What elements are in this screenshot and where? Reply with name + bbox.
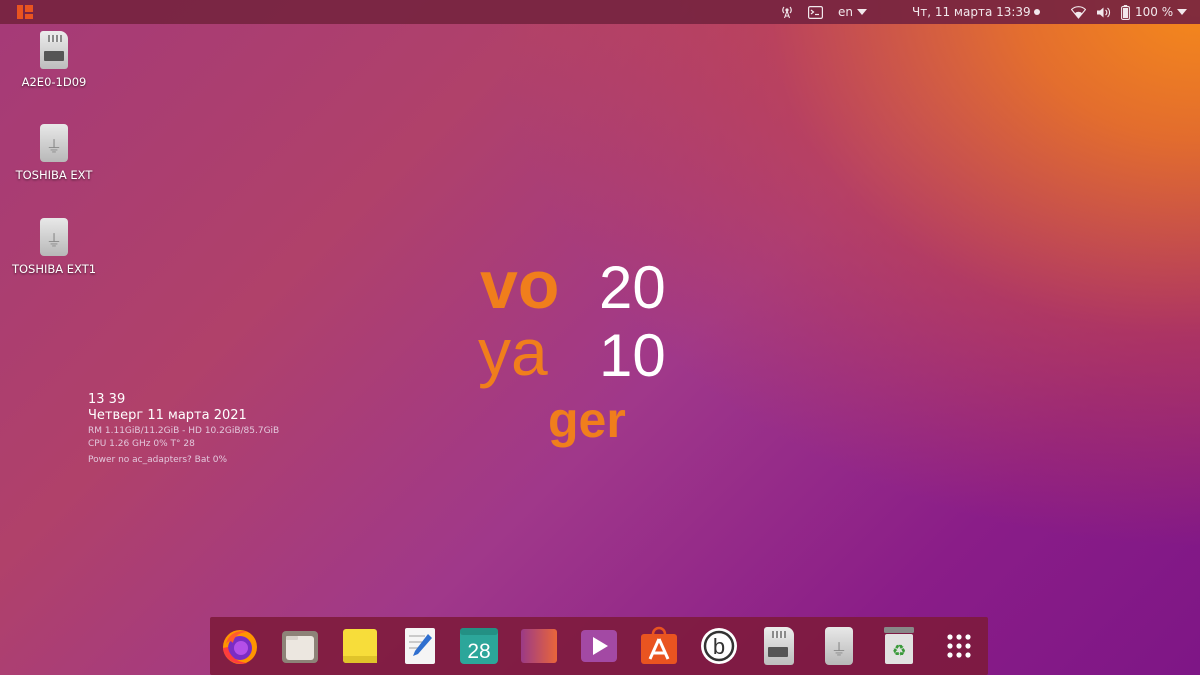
trash-icon[interactable]: ♻ — [879, 626, 919, 666]
desktop-icon-label: TOSHIBA EXT1 — [11, 262, 97, 276]
logo-year-line-1: 20 — [599, 254, 666, 321]
widget-power: Power no ac_adapters? Bat 0% — [88, 455, 228, 465]
firefox-icon[interactable] — [220, 626, 260, 666]
chevron-down-icon — [1177, 9, 1188, 15]
battery-icon — [1121, 4, 1130, 20]
widget-date: Четверг 11 марта 2021 — [88, 408, 247, 423]
svg-text:b: b — [713, 634, 725, 659]
wifi-icon[interactable] — [1071, 0, 1086, 24]
desktop-icon-toshiba-ext1[interactable]: ⏚ TOSHIBA EXT1 — [9, 218, 99, 276]
files-icon[interactable] — [280, 626, 320, 666]
app-grid-icon[interactable] — [939, 626, 979, 666]
video-player-icon[interactable] — [579, 626, 619, 666]
usb-drive-icon: ⏚ — [38, 124, 70, 164]
logo-word-line-3: ger — [548, 392, 626, 448]
top-panel: en Чт, 11 марта 13:39 100 % — [0, 0, 1200, 24]
voyager-logo: vo ya ger 20 10 — [478, 252, 666, 448]
volume-icon[interactable] — [1096, 0, 1111, 24]
system-monitor-widget: 13 39 Четверг 11 марта 2021 RM 1.11GiB/1… — [88, 392, 279, 465]
desktop-icon-label: TOSHIBA EXT — [15, 168, 93, 182]
keyboard-layout-label: en — [838, 5, 853, 19]
clock-menu[interactable]: Чт, 11 марта 13:39 — [912, 0, 1031, 24]
notification-dot-icon — [1034, 0, 1040, 24]
terminal-indicator-icon[interactable] — [808, 0, 823, 24]
battery-menu[interactable]: 100 % — [1121, 0, 1188, 24]
widget-memory: RM 1.11GiB/11.2GiB - HD 10.2GiB/85.7GiB — [88, 426, 280, 436]
battery-percent-label: 100 % — [1135, 5, 1174, 19]
widget-cpu: CPU 1.26 GHz 0% T° 28 — [88, 439, 195, 449]
network-antenna-icon[interactable] — [780, 0, 794, 24]
widget-time: 13 39 — [88, 392, 126, 407]
desktop-icon-toshiba-ext[interactable]: ⏚ TOSHIBA EXT — [9, 124, 99, 182]
sd-card-icon[interactable] — [759, 626, 799, 666]
desktop-icon-label: A2E0-1D09 — [21, 75, 87, 89]
notes-icon[interactable] — [340, 626, 380, 666]
calendar-icon[interactable]: 28 — [459, 626, 499, 666]
usb-drive-icon[interactable]: ⏚ — [819, 626, 859, 666]
app-store-icon[interactable] — [639, 626, 679, 666]
dock: 28 b ⏚ ♻ — [210, 617, 988, 675]
text-editor-icon[interactable] — [400, 626, 440, 666]
desktop-icon-sd-card[interactable]: A2E0-1D09 — [9, 31, 99, 89]
b-app-icon[interactable]: b — [699, 626, 739, 666]
activities-icon[interactable] — [17, 5, 33, 19]
keyboard-layout-menu[interactable]: en — [838, 0, 867, 24]
app-gradient-icon[interactable] — [519, 626, 559, 666]
logo-word-line-1: vo — [480, 252, 559, 323]
calendar-day-label: 28 — [467, 640, 490, 663]
svg-text:♻: ♻ — [892, 641, 906, 660]
sd-card-icon — [38, 31, 70, 71]
clock-label: Чт, 11 марта 13:39 — [912, 5, 1031, 19]
logo-year-line-2: 10 — [599, 322, 666, 389]
chevron-down-icon — [857, 9, 867, 15]
logo-word-line-2: ya — [478, 315, 548, 389]
usb-drive-icon: ⏚ — [38, 218, 70, 258]
